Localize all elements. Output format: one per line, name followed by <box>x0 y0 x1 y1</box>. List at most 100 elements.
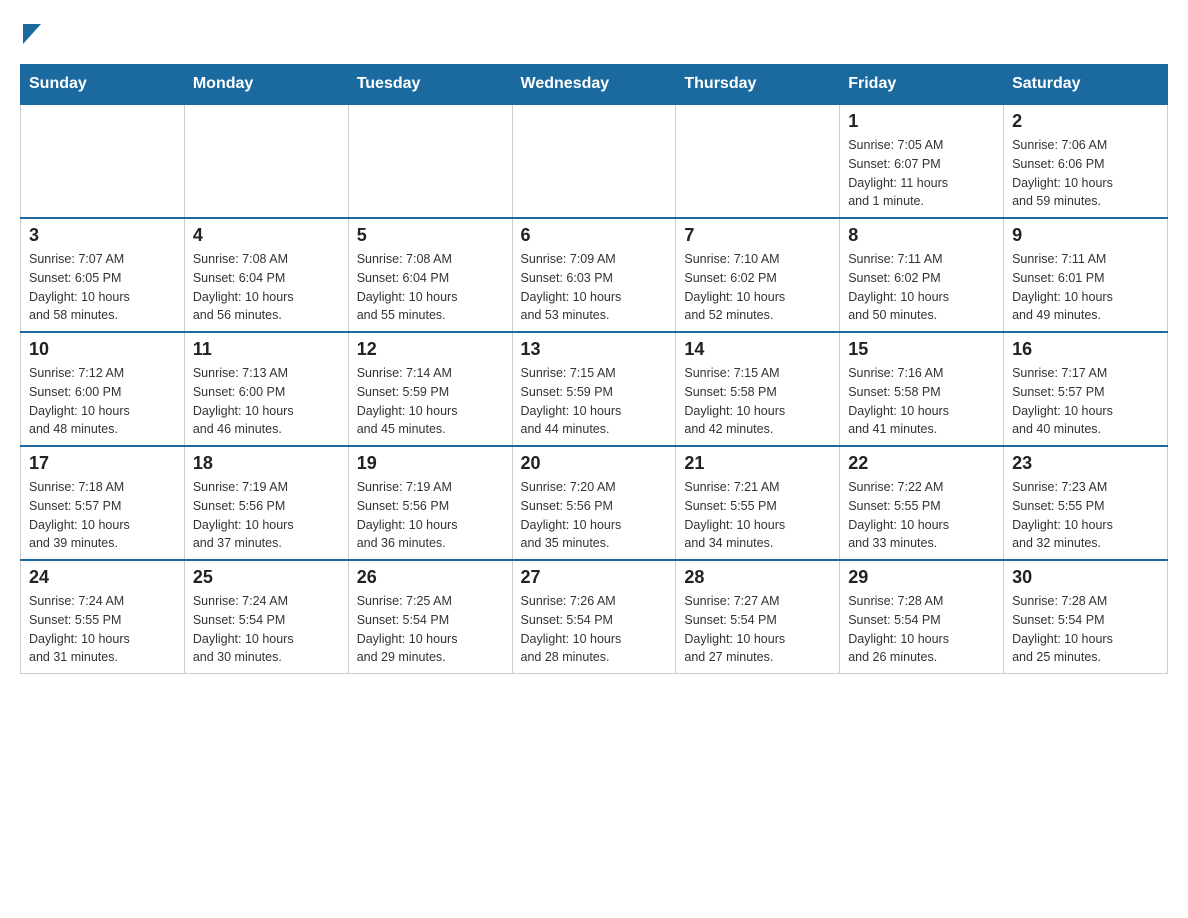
day-info: Sunrise: 7:11 AM Sunset: 6:02 PM Dayligh… <box>848 250 995 325</box>
day-info: Sunrise: 7:24 AM Sunset: 5:55 PM Dayligh… <box>29 592 176 667</box>
calendar-day-cell: 21Sunrise: 7:21 AM Sunset: 5:55 PM Dayli… <box>676 446 840 560</box>
calendar-day-cell: 28 Sunrise: 7:27 AM Sunset: 5:54 PM Dayli… <box>676 560 840 674</box>
calendar-day-cell: 15 Sunrise: 7:16 AM Sunset: 5:58 PM Dayli… <box>840 332 1004 446</box>
calendar-day-cell: 13 Sunrise: 7:15 AM Sunset: 5:59 PM Dayli… <box>512 332 676 446</box>
calendar-day-cell: 16 Sunrise: 7:17 AM Sunset: 5:57 PM Dayli… <box>1004 332 1168 446</box>
day-number: 24 <box>29 567 176 588</box>
day-info: Sunrise: 7:17 AM Sunset: 5:57 PM Dayligh… <box>1012 364 1159 439</box>
calendar-day-cell: 5 Sunrise: 7:08 AM Sunset: 6:04 PM Daylig… <box>348 218 512 332</box>
calendar-day-cell: 18 Sunrise: 7:19 AM Sunset: 5:56 PM Dayli… <box>184 446 348 560</box>
calendar-day-cell <box>676 104 840 218</box>
calendar-week-row: 10 Sunrise: 7:12 AM Sunset: 6:00 PM Dayli… <box>21 332 1168 446</box>
day-info: Sunrise: 7:23 AM Sunset: 5:55 PM Dayligh… <box>1012 478 1159 553</box>
calendar-day-cell <box>21 104 185 218</box>
calendar-day-cell: 11Sunrise: 7:13 AM Sunset: 6:00 PM Dayli… <box>184 332 348 446</box>
calendar-day-cell: 2Sunrise: 7:06 AM Sunset: 6:06 PM Daylig… <box>1004 104 1168 218</box>
calendar-header-row: SundayMondayTuesdayWednesdayThursdayFrid… <box>21 65 1168 105</box>
calendar-week-row: 1 Sunrise: 7:05 AM Sunset: 6:07 PM Daylig… <box>21 104 1168 218</box>
day-info: Sunrise: 7:11 AM Sunset: 6:01 PM Dayligh… <box>1012 250 1159 325</box>
day-info: Sunrise: 7:28 AM Sunset: 5:54 PM Dayligh… <box>848 592 995 667</box>
calendar-day-cell: 29 Sunrise: 7:28 AM Sunset: 5:54 PM Dayli… <box>840 560 1004 674</box>
column-header-tuesday: Tuesday <box>348 65 512 105</box>
day-info: Sunrise: 7:05 AM Sunset: 6:07 PM Dayligh… <box>848 136 995 211</box>
day-info: Sunrise: 7:19 AM Sunset: 5:56 PM Dayligh… <box>193 478 340 553</box>
day-number: 1 <box>848 111 995 132</box>
day-info: Sunrise: 7:16 AM Sunset: 5:58 PM Dayligh… <box>848 364 995 439</box>
day-info: Sunrise: 7:20 AM Sunset: 5:56 PM Dayligh… <box>521 478 668 553</box>
calendar-day-cell: 25 Sunrise: 7:24 AM Sunset: 5:54 PM Dayli… <box>184 560 348 674</box>
calendar-day-cell: 19 Sunrise: 7:19 AM Sunset: 5:56 PM Dayli… <box>348 446 512 560</box>
day-info: Sunrise: 7:12 AM Sunset: 6:00 PM Dayligh… <box>29 364 176 439</box>
day-info: Sunrise: 7:22 AM Sunset: 5:55 PM Dayligh… <box>848 478 995 553</box>
column-header-friday: Friday <box>840 65 1004 105</box>
calendar-day-cell: 24 Sunrise: 7:24 AM Sunset: 5:55 PM Dayli… <box>21 560 185 674</box>
day-info: Sunrise: 7:14 AM Sunset: 5:59 PM Dayligh… <box>357 364 504 439</box>
column-header-wednesday: Wednesday <box>512 65 676 105</box>
day-number: 19 <box>357 453 504 474</box>
calendar-day-cell: 10 Sunrise: 7:12 AM Sunset: 6:00 PM Dayli… <box>21 332 185 446</box>
calendar-day-cell: 30 Sunrise: 7:28 AM Sunset: 5:54 PM Dayli… <box>1004 560 1168 674</box>
logo-triangle-icon <box>23 24 41 44</box>
calendar-week-row: 17 Sunrise: 7:18 AM Sunset: 5:57 PM Dayli… <box>21 446 1168 560</box>
day-info: Sunrise: 7:25 AM Sunset: 5:54 PM Dayligh… <box>357 592 504 667</box>
calendar-day-cell: 1 Sunrise: 7:05 AM Sunset: 6:07 PM Daylig… <box>840 104 1004 218</box>
day-number: 14 <box>684 339 831 360</box>
day-number: 29 <box>848 567 995 588</box>
day-number: 23 <box>1012 453 1159 474</box>
day-info: Sunrise: 7:27 AM Sunset: 5:54 PM Dayligh… <box>684 592 831 667</box>
calendar-week-row: 3 Sunrise: 7:07 AM Sunset: 6:05 PM Daylig… <box>21 218 1168 332</box>
day-info: Sunrise: 7:15 AM Sunset: 5:59 PM Dayligh… <box>521 364 668 439</box>
calendar-day-cell: 12 Sunrise: 7:14 AM Sunset: 5:59 PM Dayli… <box>348 332 512 446</box>
calendar-table: SundayMondayTuesdayWednesdayThursdayFrid… <box>20 64 1168 674</box>
day-info: Sunrise: 7:28 AM Sunset: 5:54 PM Dayligh… <box>1012 592 1159 667</box>
day-number: 10 <box>29 339 176 360</box>
day-info: Sunrise: 7:08 AM Sunset: 6:04 PM Dayligh… <box>193 250 340 325</box>
day-number: 9 <box>1012 225 1159 246</box>
day-number: 21 <box>684 453 831 474</box>
calendar-day-cell: 23 Sunrise: 7:23 AM Sunset: 5:55 PM Dayli… <box>1004 446 1168 560</box>
calendar-day-cell: 20 Sunrise: 7:20 AM Sunset: 5:56 PM Dayli… <box>512 446 676 560</box>
day-number: 4 <box>193 225 340 246</box>
calendar-day-cell <box>184 104 348 218</box>
day-number: 13 <box>521 339 668 360</box>
day-number: 12 <box>357 339 504 360</box>
calendar-day-cell: 8Sunrise: 7:11 AM Sunset: 6:02 PM Daylig… <box>840 218 1004 332</box>
day-number: 28 <box>684 567 831 588</box>
calendar-day-cell: 3 Sunrise: 7:07 AM Sunset: 6:05 PM Daylig… <box>21 218 185 332</box>
day-info: Sunrise: 7:24 AM Sunset: 5:54 PM Dayligh… <box>193 592 340 667</box>
calendar-day-cell: 17 Sunrise: 7:18 AM Sunset: 5:57 PM Dayli… <box>21 446 185 560</box>
day-info: Sunrise: 7:18 AM Sunset: 5:57 PM Dayligh… <box>29 478 176 553</box>
day-number: 25 <box>193 567 340 588</box>
day-number: 15 <box>848 339 995 360</box>
day-number: 20 <box>521 453 668 474</box>
day-number: 11 <box>193 339 340 360</box>
day-info: Sunrise: 7:10 AM Sunset: 6:02 PM Dayligh… <box>684 250 831 325</box>
day-number: 22 <box>848 453 995 474</box>
day-number: 27 <box>521 567 668 588</box>
day-number: 18 <box>193 453 340 474</box>
day-number: 6 <box>521 225 668 246</box>
day-info: Sunrise: 7:07 AM Sunset: 6:05 PM Dayligh… <box>29 250 176 325</box>
day-number: 17 <box>29 453 176 474</box>
day-info: Sunrise: 7:08 AM Sunset: 6:04 PM Dayligh… <box>357 250 504 325</box>
calendar-day-cell: 6 Sunrise: 7:09 AM Sunset: 6:03 PM Daylig… <box>512 218 676 332</box>
calendar-day-cell <box>512 104 676 218</box>
day-info: Sunrise: 7:26 AM Sunset: 5:54 PM Dayligh… <box>521 592 668 667</box>
day-number: 26 <box>357 567 504 588</box>
page-header <box>20 20 1168 44</box>
calendar-day-cell: 7Sunrise: 7:10 AM Sunset: 6:02 PM Daylig… <box>676 218 840 332</box>
day-number: 16 <box>1012 339 1159 360</box>
column-header-saturday: Saturday <box>1004 65 1168 105</box>
logo <box>20 20 41 44</box>
day-number: 5 <box>357 225 504 246</box>
calendar-day-cell: 27 Sunrise: 7:26 AM Sunset: 5:54 PM Dayli… <box>512 560 676 674</box>
calendar-day-cell: 22 Sunrise: 7:22 AM Sunset: 5:55 PM Dayli… <box>840 446 1004 560</box>
calendar-day-cell: 26 Sunrise: 7:25 AM Sunset: 5:54 PM Dayli… <box>348 560 512 674</box>
day-info: Sunrise: 7:19 AM Sunset: 5:56 PM Dayligh… <box>357 478 504 553</box>
calendar-week-row: 24 Sunrise: 7:24 AM Sunset: 5:55 PM Dayli… <box>21 560 1168 674</box>
day-number: 3 <box>29 225 176 246</box>
day-number: 2 <box>1012 111 1159 132</box>
day-info: Sunrise: 7:09 AM Sunset: 6:03 PM Dayligh… <box>521 250 668 325</box>
day-number: 30 <box>1012 567 1159 588</box>
calendar-day-cell <box>348 104 512 218</box>
